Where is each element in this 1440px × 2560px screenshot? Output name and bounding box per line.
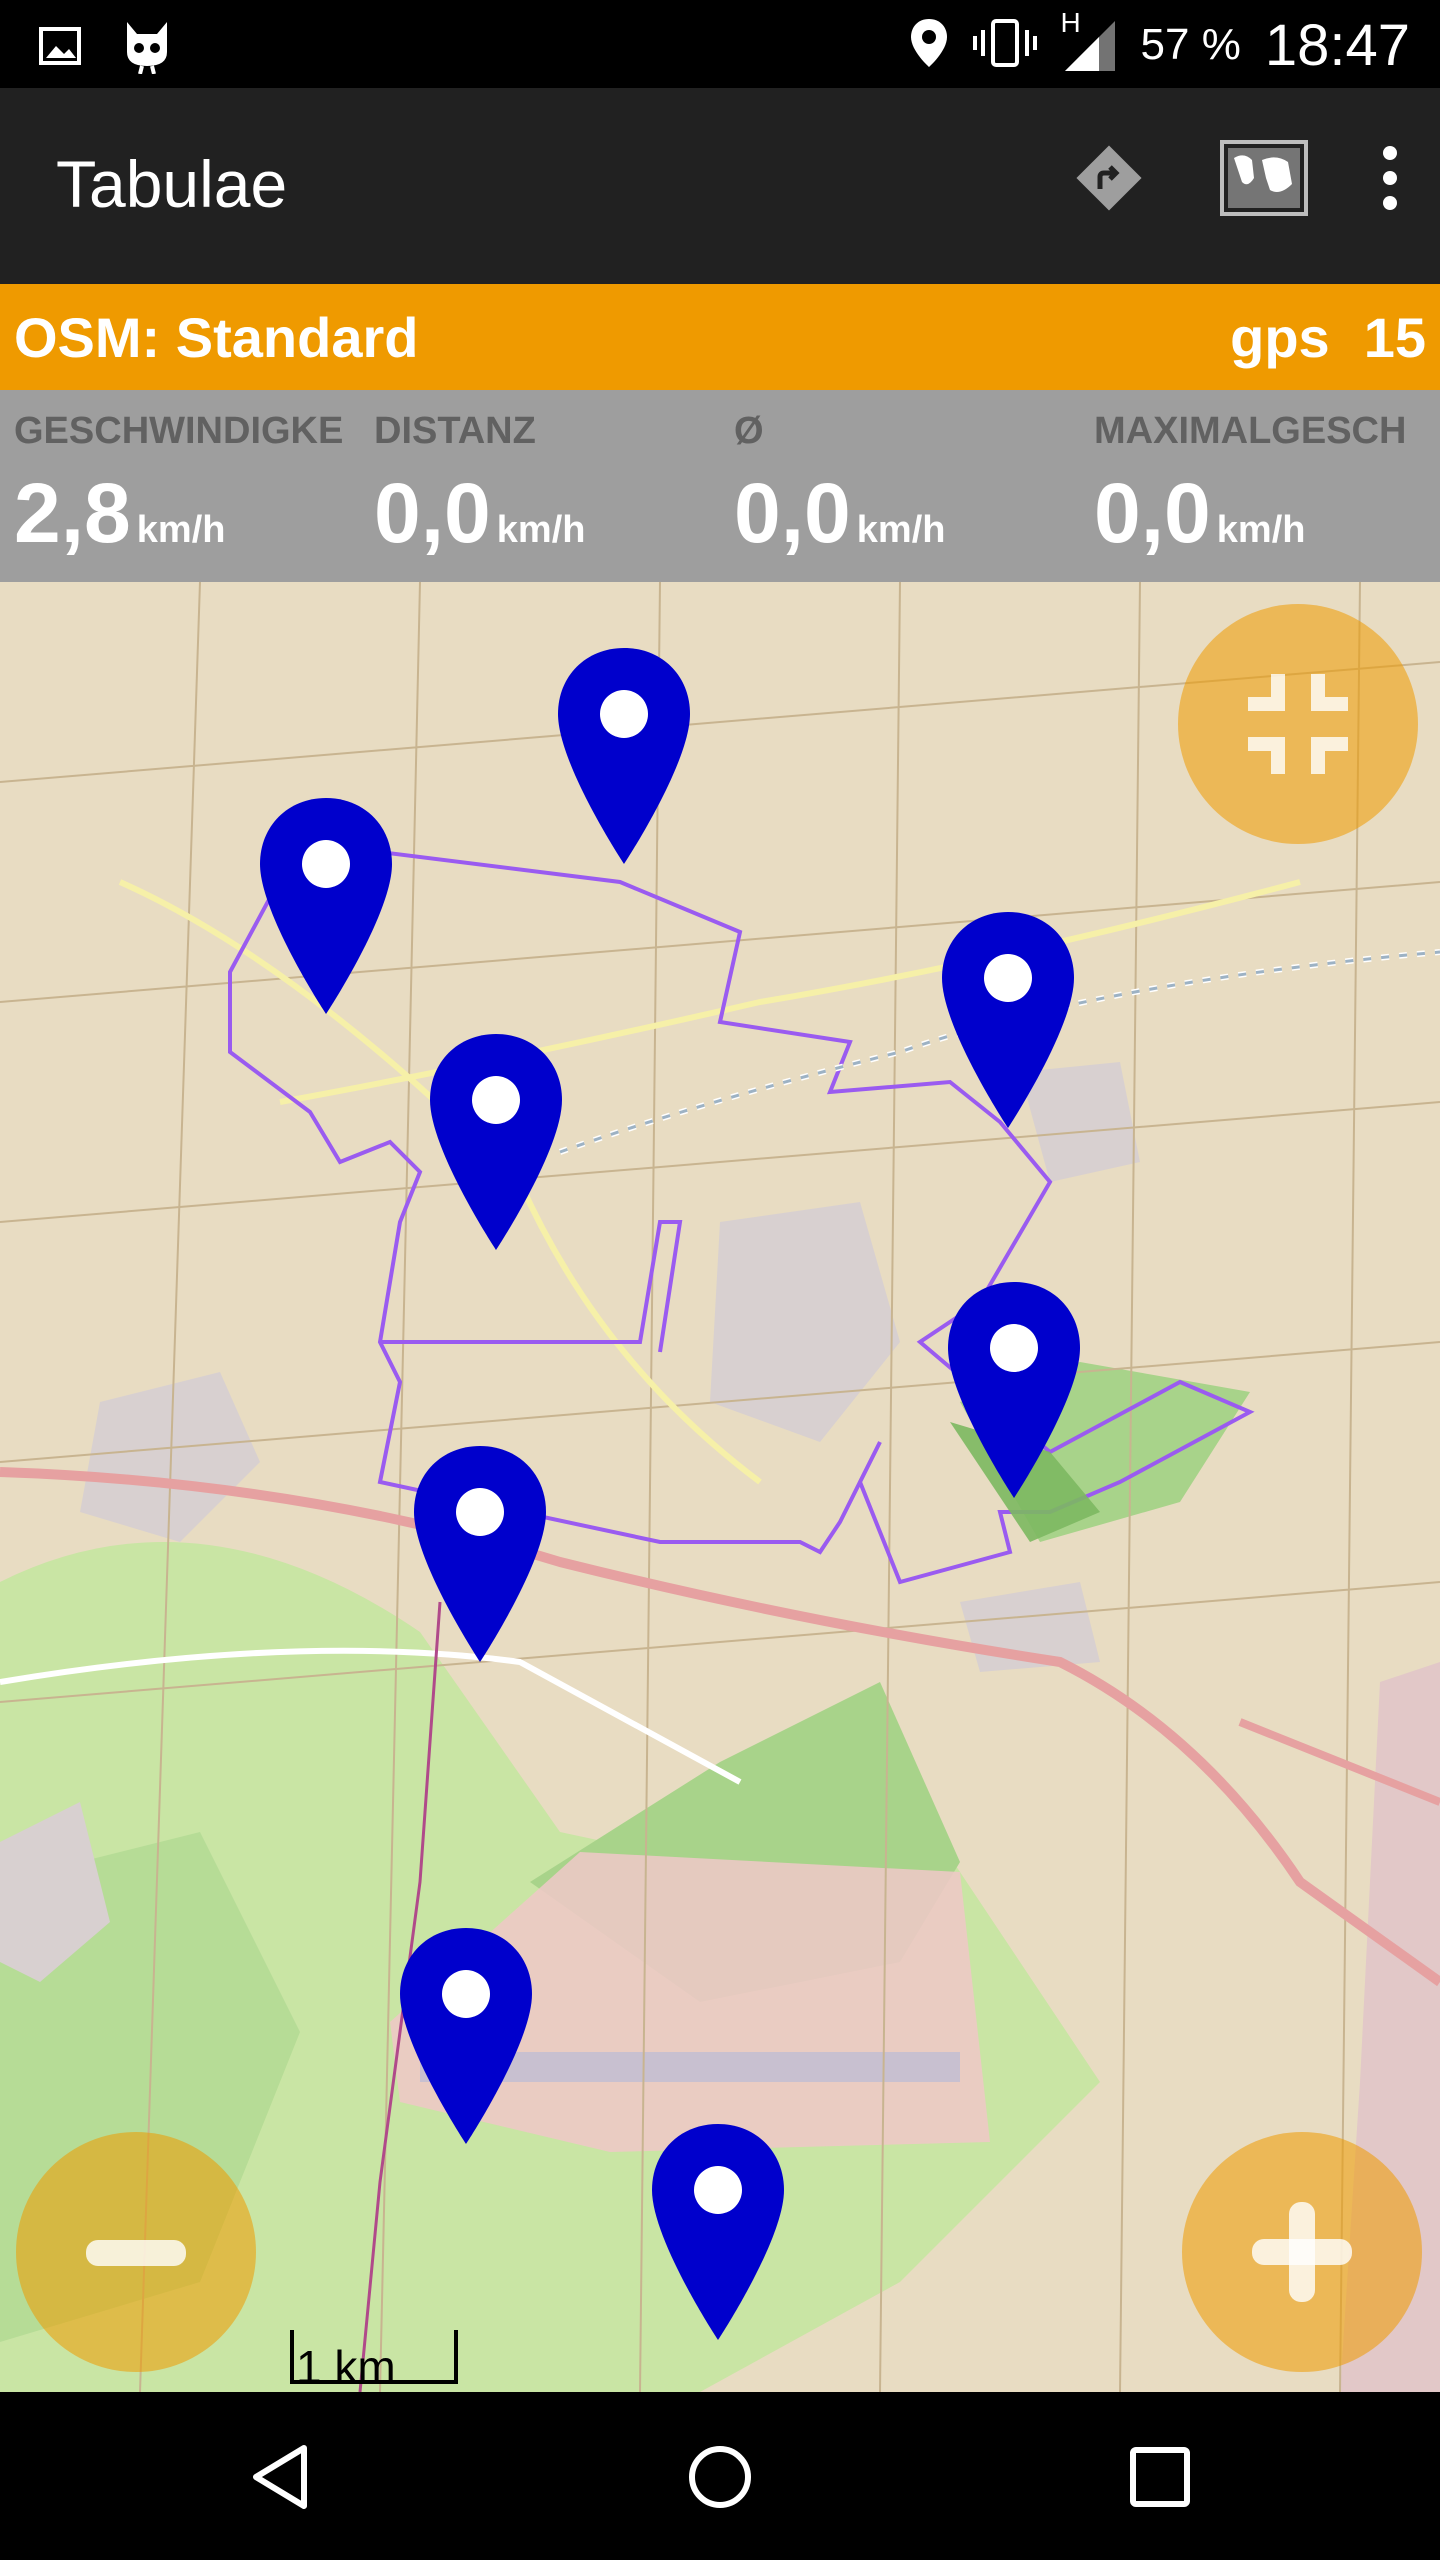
navigation-bar — [0, 2392, 1440, 2560]
status-bar: H 57 % 18:47 — [0, 0, 1440, 88]
map-marker[interactable] — [944, 1278, 1084, 1502]
gps-label: gps — [1230, 305, 1330, 369]
vibrate-icon — [972, 18, 1037, 73]
map-source-bar[interactable]: OSM: Standard gps 15 — [0, 284, 1440, 390]
stat-label: Ø — [734, 410, 764, 452]
map-marker[interactable] — [554, 644, 694, 868]
map-marker[interactable] — [410, 1442, 550, 1666]
recents-button[interactable] — [1105, 2422, 1215, 2532]
stat-unit: km/h — [1216, 509, 1306, 551]
map-icon[interactable] — [1218, 138, 1310, 223]
cat-icon — [122, 18, 172, 79]
stats-panel: GESCHWINDIGKE 2,8 km/h DISTANZ 0,0 km/h Ø … — [0, 390, 1440, 582]
home-button[interactable] — [665, 2422, 775, 2532]
map-view[interactable] — [0, 582, 1440, 2392]
stat-unit: km/h — [856, 509, 946, 551]
fullscreen-exit-icon[interactable] — [1178, 604, 1418, 844]
network-type: H — [1060, 7, 1081, 38]
stat-value: 0,0 — [734, 466, 851, 560]
stat-unit: km/h — [496, 509, 586, 551]
app-title: Tabulae — [56, 147, 288, 221]
stat-label: DISTANZ — [374, 410, 536, 452]
map-marker[interactable] — [256, 794, 396, 1018]
stat-value: 0,0 — [374, 466, 491, 560]
zoom-in-icon[interactable] — [1182, 2132, 1422, 2372]
stat-value: 0,0 — [1094, 466, 1211, 560]
app-bar: Tabulae — [0, 88, 1440, 284]
more-vert-icon[interactable] — [1380, 143, 1400, 218]
directions-icon[interactable] — [1070, 139, 1148, 222]
map-source-label: OSM: Standard — [14, 305, 419, 369]
map-marker[interactable] — [648, 2120, 788, 2344]
recents-icon — [1130, 2447, 1190, 2507]
stat-label: MAXIMALGESCH — [1094, 410, 1407, 452]
map-scale-label: 1 km — [296, 2341, 396, 2393]
battery-text: 57 % — [1140, 20, 1241, 69]
stat-label: GESCHWINDIGKE — [14, 410, 344, 452]
stat-distance: DISTANZ 0,0 km/h — [374, 410, 724, 562]
gps-count: 15 — [1363, 305, 1426, 369]
stat-value: 2,8 — [14, 466, 131, 560]
home-icon — [689, 2446, 751, 2508]
location-icon — [909, 17, 949, 74]
clock: 18:47 — [1264, 12, 1410, 78]
stat-average: Ø 0,0 km/h — [734, 410, 1084, 562]
image-icon — [38, 24, 82, 73]
signal-icon: H — [1061, 7, 1117, 73]
back-icon — [253, 2445, 307, 2509]
map-marker[interactable] — [938, 908, 1078, 1132]
stat-unit: km/h — [136, 509, 226, 551]
map-marker[interactable] — [396, 1924, 536, 2148]
back-button[interactable] — [228, 2422, 338, 2532]
stat-speed: GESCHWINDIGKE 2,8 km/h — [14, 410, 364, 562]
map-marker[interactable] — [426, 1030, 566, 1254]
zoom-out-icon[interactable] — [16, 2132, 256, 2372]
stat-max-speed: MAXIMALGESCH 0,0 km/h — [1094, 410, 1434, 562]
